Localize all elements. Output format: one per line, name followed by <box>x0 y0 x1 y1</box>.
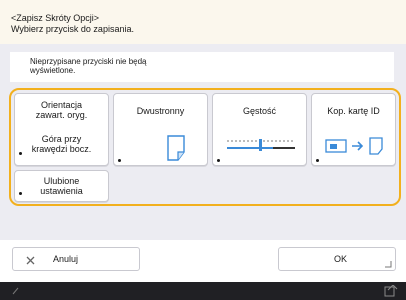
favorite-label-1: Ulubione <box>43 176 80 186</box>
cancel-button[interactable]: Anuluj <box>12 247 140 271</box>
ok-label: OK <box>334 254 348 264</box>
notice-box: Nieprzypisane przyciski nie będą wyświet… <box>10 52 394 82</box>
status-indicator-icon <box>12 287 19 295</box>
density-slider-icon <box>227 139 295 151</box>
screen-instruction: Wybierz przycisk do zapisania. <box>11 24 134 34</box>
selection-dot <box>118 159 121 162</box>
selection-dot <box>217 159 220 162</box>
density-button[interactable]: Gęstość <box>212 93 307 166</box>
screen-title: <Zapisz Skróty Opcji> <box>11 13 100 23</box>
id-card-copy-icon <box>325 137 383 155</box>
selection-dot <box>19 152 22 155</box>
orientation-button[interactable]: Orientacja zawart. oryg. Góra przy krawę… <box>14 93 109 166</box>
duplex-label: Dwustronny <box>136 106 185 116</box>
density-label: Gęstość <box>242 106 276 116</box>
corner-mark-icon <box>385 261 392 268</box>
ok-button[interactable]: OK <box>278 247 396 271</box>
orientation-value-1: Góra przy <box>41 134 82 144</box>
status-tray-icon <box>384 285 398 297</box>
title-area: <Zapisz Skróty Opcji> Wybierz przycisk d… <box>0 0 406 44</box>
id-card-copy-label: Kop. kartę ID <box>327 106 380 116</box>
notice-line-2: wyświetlone. <box>30 66 76 75</box>
selection-dot <box>19 192 22 195</box>
status-bar <box>0 282 406 300</box>
notice-line-1: Nieprzypisane przyciski nie będą <box>30 57 147 66</box>
favorite-settings-button[interactable]: Ulubione ustawienia <box>14 170 109 202</box>
id-card-copy-button[interactable]: Kop. kartę ID <box>311 93 396 166</box>
cancel-label: Anuluj <box>53 254 79 264</box>
orientation-label-1: Orientacja <box>40 100 83 110</box>
orientation-label-2: zawart. oryg. <box>35 110 88 120</box>
selection-dot <box>316 159 319 162</box>
duplex-button[interactable]: Dwustronny <box>113 93 208 166</box>
orientation-value-2: krawędzi bocz. <box>31 144 92 154</box>
close-icon <box>26 256 35 265</box>
duplex-page-icon <box>167 135 185 161</box>
favorite-label-2: ustawienia <box>40 186 83 196</box>
